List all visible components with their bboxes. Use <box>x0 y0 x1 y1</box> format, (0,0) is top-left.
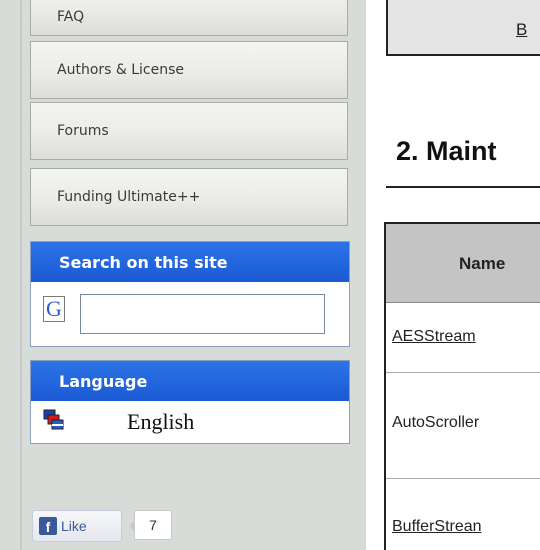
search-box: Search on this site G <box>30 241 350 347</box>
top-table-fragment: B <box>386 0 540 56</box>
sidebar-item-label: Funding Ultimate++ <box>57 189 201 205</box>
row-name-link[interactable]: AESStream <box>392 328 476 346</box>
table-header: Name <box>386 224 540 303</box>
sidebar-item-faq[interactable]: FAQ <box>30 0 348 36</box>
facebook-icon: f <box>39 517 57 535</box>
search-box-title: Search on this site <box>31 242 349 282</box>
sidebar-item-funding[interactable]: Funding Ultimate++ <box>30 168 348 226</box>
language-box: Language English <box>30 360 350 444</box>
like-count: 7 <box>129 510 172 540</box>
search-input[interactable] <box>80 294 325 334</box>
table-row: AutoScroller <box>386 372 540 479</box>
sidebar: FAQ Authors & License Forums Funding Ult… <box>0 0 366 550</box>
top-link-fragment[interactable]: B <box>516 20 527 40</box>
language-box-title: Language <box>31 361 349 401</box>
facebook-like-button[interactable]: f Like <box>32 510 122 542</box>
table-row: BufferStrean <box>386 478 540 550</box>
row-name-link[interactable]: BufferStrean <box>392 518 482 536</box>
language-selector[interactable]: English <box>31 401 349 441</box>
main-content: B 2. Maint Name AESStream AutoScroller B… <box>366 0 540 550</box>
sidebar-item-label: Authors & License <box>57 62 185 78</box>
google-icon: G <box>43 296 65 322</box>
sidebar-edge <box>20 0 22 550</box>
packages-table: Name AESStream AutoScroller BufferStrean <box>384 222 540 550</box>
sidebar-item-forums[interactable]: Forums <box>30 102 348 160</box>
column-header-name: Name <box>459 254 506 273</box>
sidebar-item-label: FAQ <box>57 9 85 25</box>
section-heading: 2. Maint <box>396 136 497 166</box>
sidebar-item-authors-license[interactable]: Authors & License <box>30 41 348 99</box>
language-selected: English <box>127 409 195 434</box>
heading-rule <box>386 186 540 188</box>
table-row: AESStream <box>386 302 540 373</box>
language-flags-icon <box>43 409 64 430</box>
sidebar-item-label: Forums <box>57 123 109 139</box>
like-label: Like <box>61 518 87 534</box>
row-name: AutoScroller <box>392 414 480 431</box>
